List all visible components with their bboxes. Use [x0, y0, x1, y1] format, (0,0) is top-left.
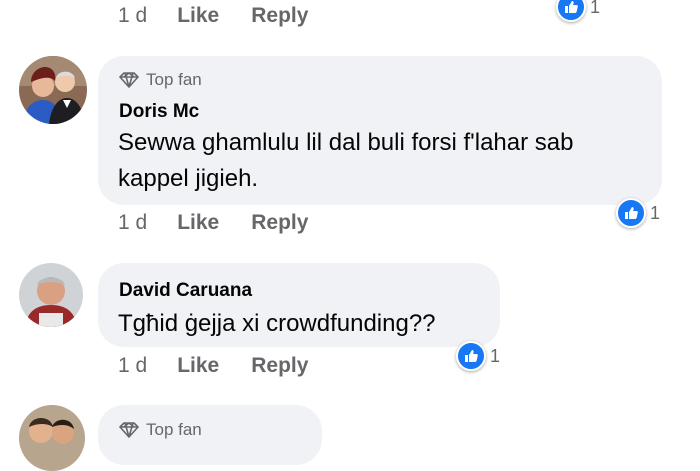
reply-button[interactable]: Reply	[251, 211, 308, 235]
avatar[interactable]	[19, 56, 87, 124]
comment-author[interactable]: Doris Mc	[119, 101, 199, 123]
like-button[interactable]: Like	[177, 4, 219, 28]
comment-text-line: kappel jigieh.	[118, 165, 259, 192]
thumbs-up-icon	[456, 341, 486, 371]
like-button[interactable]: Like	[177, 354, 219, 378]
comment-actions: 1 d Like Reply	[118, 1, 308, 31]
comment-timestamp[interactable]: 1 d	[118, 211, 147, 235]
comment-actions: 1 d Like Reply	[118, 208, 308, 238]
diamond-icon	[119, 422, 139, 438]
reaction-count: 1	[590, 0, 601, 17]
avatar[interactable]	[19, 263, 83, 327]
top-fan-badge: Top fan	[119, 420, 202, 440]
comment-timestamp[interactable]: 1 d	[118, 4, 147, 28]
top-fan-label: Top fan	[146, 70, 202, 89]
reply-button[interactable]: Reply	[251, 354, 308, 378]
thumbs-up-icon	[556, 0, 586, 22]
reaction-count: 1	[490, 345, 501, 366]
reply-button[interactable]: Reply	[251, 4, 308, 28]
avatar[interactable]	[19, 405, 85, 471]
diamond-icon	[119, 72, 139, 88]
reaction-count: 1	[650, 202, 661, 223]
comment-text-line: Sewwa ghamlulu lil dal buli forsi f'laha…	[118, 129, 574, 156]
reaction-summary[interactable]: 1	[556, 0, 600, 22]
comment-author[interactable]: David Caruana	[119, 280, 252, 302]
like-button[interactable]: Like	[177, 211, 219, 235]
top-fan-label: Top fan	[146, 420, 202, 439]
thumbs-up-icon	[616, 198, 646, 228]
comment-timestamp[interactable]: 1 d	[118, 354, 147, 378]
comment-text: Tgħid ġejja xi crowdfunding??	[118, 310, 436, 337]
top-fan-badge: Top fan	[119, 70, 202, 90]
reaction-summary[interactable]: 1	[456, 341, 500, 371]
comment-text: Sewwa ghamlulu lil dal buli forsi f'laha…	[118, 125, 658, 197]
reaction-summary[interactable]: 1	[616, 198, 660, 228]
comment-actions: 1 d Like Reply	[118, 351, 308, 381]
